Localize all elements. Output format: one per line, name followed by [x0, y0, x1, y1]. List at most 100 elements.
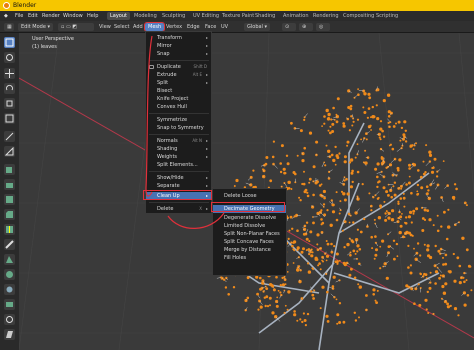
annotate-icon[interactable]: [4, 131, 15, 142]
poly-build-icon[interactable]: [4, 254, 15, 265]
tab-layout[interactable]: Layout: [107, 12, 130, 20]
vertex-point: [447, 225, 451, 229]
bevel-icon[interactable]: [4, 209, 15, 220]
rotate-icon[interactable]: [4, 83, 15, 94]
vertex-point: [296, 154, 299, 157]
vertex-point: [465, 248, 469, 252]
vertex-point: [426, 209, 430, 213]
menu-edit[interactable]: Edit: [28, 13, 38, 19]
move-icon[interactable]: [4, 68, 15, 79]
vertex-point: [272, 140, 275, 143]
shrink-fatten-icon[interactable]: [4, 314, 15, 325]
vertex-point: [375, 301, 378, 304]
menu-item-fill-holes[interactable]: Fill Holes: [213, 254, 286, 262]
vertex-point: [326, 209, 329, 212]
mode-select[interactable]: Edit Mode ▾: [18, 23, 54, 31]
vertex-point: [303, 319, 307, 322]
vertex-point: [346, 140, 350, 144]
vertex-point: [376, 185, 379, 189]
vertex-point: [430, 170, 435, 174]
vertex-point: [352, 221, 355, 224]
vertex-point: [342, 182, 346, 186]
editor-type-icon[interactable]: ▦: [4, 23, 14, 31]
menu-item-merge-by-distance[interactable]: Merge by Distance: [213, 246, 286, 254]
loop-cut-icon[interactable]: [4, 224, 15, 235]
tab-uv-editing[interactable]: UV Editing: [190, 12, 222, 20]
vertex-point: [383, 200, 386, 203]
proportional-edit-icon[interactable]: ◎: [316, 23, 330, 31]
vertex-point: [353, 276, 357, 280]
vertex-point: [338, 279, 341, 282]
vertex-point: [461, 236, 465, 240]
menu-item-split-concave-faces[interactable]: Split Concave Faces: [213, 238, 286, 246]
leaf-edge: [259, 300, 263, 305]
tab-sculpting[interactable]: Sculpting: [159, 12, 188, 20]
vertex-point: [405, 284, 409, 288]
shear-icon[interactable]: [4, 329, 15, 340]
vertex-point: [382, 186, 386, 190]
vertex-point: [349, 158, 354, 162]
vertex-point: [407, 215, 411, 219]
vertex-point: [426, 244, 430, 248]
tab-shading[interactable]: Shading: [252, 12, 278, 20]
measure-icon[interactable]: [4, 146, 15, 157]
vertex-point: [324, 164, 327, 167]
vertex-point: [428, 286, 432, 290]
vertex-point: [401, 213, 403, 215]
vertex-point: [396, 166, 400, 170]
vertex-point: [325, 144, 328, 147]
vertex-point: [356, 244, 360, 248]
vertex-point: [261, 279, 265, 283]
cursor-icon[interactable]: [4, 52, 15, 63]
transform-icon[interactable]: [4, 113, 15, 124]
tab-scripting[interactable]: Scripting: [373, 12, 401, 20]
vertex-point: [374, 167, 378, 171]
vertex-point: [407, 266, 410, 269]
select-mode-buttons[interactable]: ▫ ▭ ◩: [58, 23, 94, 31]
vertex-point: [381, 239, 385, 243]
pivot-icon[interactable]: ⊙: [282, 23, 296, 31]
vertex-point: [285, 154, 289, 157]
vertex-point: [336, 313, 340, 317]
vertex-point: [343, 198, 347, 202]
select-box-icon[interactable]: [4, 37, 15, 48]
vertex-point: [298, 196, 301, 199]
vertex-point: [436, 229, 440, 233]
extrude-icon[interactable]: [4, 179, 15, 190]
vertex-point: [433, 264, 437, 268]
menu-render[interactable]: Render: [42, 13, 60, 19]
vertex-point: [363, 111, 367, 114]
menu-file[interactable]: File: [15, 13, 23, 19]
vertex-point: [336, 322, 339, 325]
menu-window[interactable]: Window: [63, 13, 83, 19]
vertex-point: [282, 167, 286, 171]
spin-icon[interactable]: [4, 269, 15, 280]
vertex-point: [364, 161, 368, 165]
leaf-edge: [387, 118, 391, 123]
leaf-edge: [284, 182, 288, 188]
add-cube-icon[interactable]: [4, 164, 15, 175]
leaf-edge: [413, 253, 418, 257]
vertex-point: [356, 250, 359, 253]
blender-menu-icon[interactable]: ◆: [4, 13, 8, 19]
vertex-point: [470, 289, 473, 292]
snap-icon[interactable]: ⊕: [299, 23, 313, 31]
vertex-point: [415, 142, 417, 145]
object-name: (1) leaves: [32, 44, 57, 50]
tab-animation[interactable]: Animation: [280, 12, 312, 20]
tab-rendering[interactable]: Rendering: [310, 12, 342, 20]
leaf-edge: [389, 246, 395, 250]
vertex-point: [377, 216, 382, 220]
leaf-edge: [328, 169, 333, 173]
vertex-point: [427, 312, 430, 314]
scale-icon[interactable]: [4, 98, 15, 109]
inset-icon[interactable]: [4, 194, 15, 205]
menu-help[interactable]: Help: [87, 13, 98, 19]
edge-slide-icon[interactable]: [4, 299, 15, 310]
vertex-point: [342, 320, 346, 324]
tab-compositing[interactable]: Compositing: [340, 12, 377, 20]
vertex-point: [371, 105, 374, 109]
knife-icon[interactable]: [4, 239, 15, 250]
smooth-icon[interactable]: [4, 284, 15, 295]
tab-modeling[interactable]: Modeling: [131, 12, 160, 20]
